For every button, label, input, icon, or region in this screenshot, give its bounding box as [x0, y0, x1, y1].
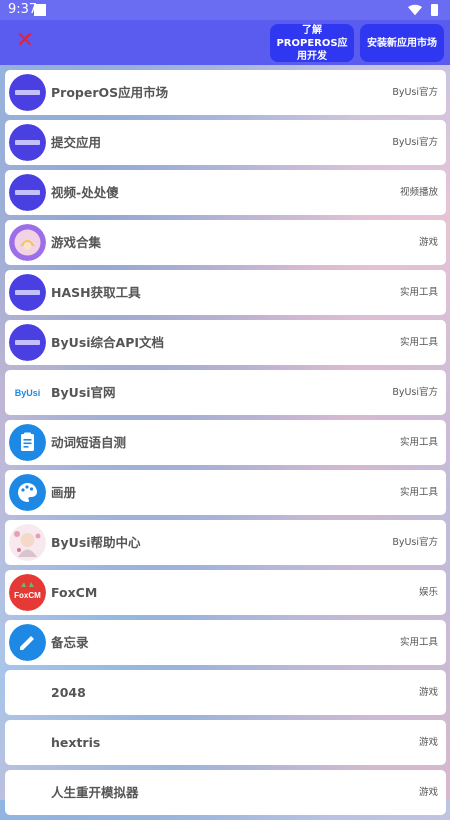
icon-label: ByUsi	[15, 388, 41, 398]
app-icon-placeholder	[9, 724, 46, 761]
status-bar: 9:37	[0, 0, 450, 20]
battery-icon	[431, 4, 438, 16]
properos-logo-icon	[9, 124, 46, 161]
icon-label: FoxCM	[14, 591, 41, 600]
app-category: 视频播放	[399, 187, 438, 198]
list-item[interactable]: HASH获取工具 实用工具	[5, 270, 446, 315]
app-name: hextris	[51, 735, 101, 750]
status-time: 9:37	[8, 2, 38, 17]
list-item[interactable]: FoxCM FoxCM 娱乐	[5, 570, 446, 615]
palette-icon	[9, 474, 46, 511]
app-category: 娱乐	[418, 587, 438, 598]
properos-logo-icon	[9, 324, 46, 361]
app-category: 游戏	[418, 787, 438, 798]
app-name: 动词短语自测	[51, 435, 127, 450]
app-list: ProperOS应用市场 ByUsi官方 提交应用 ByUsi官方 视频-处处傻 视频播放…	[5, 70, 446, 820]
list-item[interactable]: ByUsi ByUsi官网 ByUsi官方	[5, 370, 446, 415]
app-category: 游戏	[418, 237, 438, 248]
learn-properos-dev-button[interactable]: 了解PROPEROS应用开发	[270, 24, 354, 62]
list-item[interactable]: 提交应用 ByUsi官方	[5, 120, 446, 165]
app-name: 2048	[51, 685, 86, 700]
close-icon[interactable]: ✕	[14, 30, 36, 52]
list-item[interactable]: 2048 游戏	[5, 670, 446, 715]
app-name: ByUsi综合API文档	[51, 335, 165, 350]
app-category: 游戏	[418, 737, 438, 748]
app-category: 实用工具	[399, 437, 438, 448]
pencil-icon	[9, 624, 46, 661]
app-name: 游戏合集	[51, 235, 102, 250]
app-icon-placeholder	[9, 674, 46, 711]
notification-icon	[34, 4, 46, 16]
app-name: 人生重开模拟器	[51, 785, 139, 800]
top-bar: ✕ 了解PROPEROS应用开发 安装新应用市场	[0, 20, 450, 65]
clipboard-icon	[9, 424, 46, 461]
app-category: ByUsi官方	[392, 87, 438, 98]
app-category: 实用工具	[399, 487, 438, 498]
app-name: ByUsi官网	[51, 385, 116, 400]
list-item[interactable]: 视频-处处傻 视频播放	[5, 170, 446, 215]
app-name: 视频-处处傻	[51, 185, 119, 200]
list-item[interactable]: 备忘录 实用工具	[5, 620, 446, 665]
app-name: HASH获取工具	[51, 285, 141, 300]
list-item[interactable]: ProperOS应用市场 ByUsi官方	[5, 70, 446, 115]
app-category: 实用工具	[399, 637, 438, 648]
anime-avatar-icon	[9, 524, 46, 561]
app-name: ByUsi帮助中心	[51, 535, 141, 550]
list-item[interactable]: 动词短语自测 实用工具	[5, 420, 446, 465]
list-item[interactable]: 人生重开模拟器 游戏	[5, 770, 446, 815]
properos-logo-icon	[9, 174, 46, 211]
install-new-market-button[interactable]: 安装新应用市场	[360, 24, 444, 62]
byusi-logo-icon: ByUsi	[9, 374, 46, 411]
app-name: ProperOS应用市场	[51, 85, 169, 100]
app-category: 游戏	[418, 687, 438, 698]
list-item[interactable]: 游戏合集 游戏	[5, 220, 446, 265]
properos-logo-icon	[9, 274, 46, 311]
properos-logo-icon	[9, 74, 46, 111]
app-category: ByUsi官方	[392, 387, 438, 398]
app-category: 实用工具	[399, 287, 438, 298]
wifi-icon	[408, 4, 422, 16]
game-collection-icon	[9, 224, 46, 261]
list-item[interactable]: hextris 游戏	[5, 720, 446, 765]
list-item[interactable]: 画册 实用工具	[5, 470, 446, 515]
app-category: 实用工具	[399, 337, 438, 348]
list-item[interactable]: ByUsi帮助中心 ByUsi官方	[5, 520, 446, 565]
app-category: ByUsi官方	[392, 537, 438, 548]
app-name: 画册	[51, 485, 77, 500]
foxcm-icon: FoxCM	[9, 574, 46, 611]
list-item[interactable]: ByUsi综合API文档 实用工具	[5, 320, 446, 365]
app-category: ByUsi官方	[392, 137, 438, 148]
app-name: 备忘录	[51, 635, 89, 650]
app-name: FoxCM	[51, 585, 98, 600]
app-name: 提交应用	[51, 135, 102, 150]
app-icon-placeholder	[9, 774, 46, 811]
